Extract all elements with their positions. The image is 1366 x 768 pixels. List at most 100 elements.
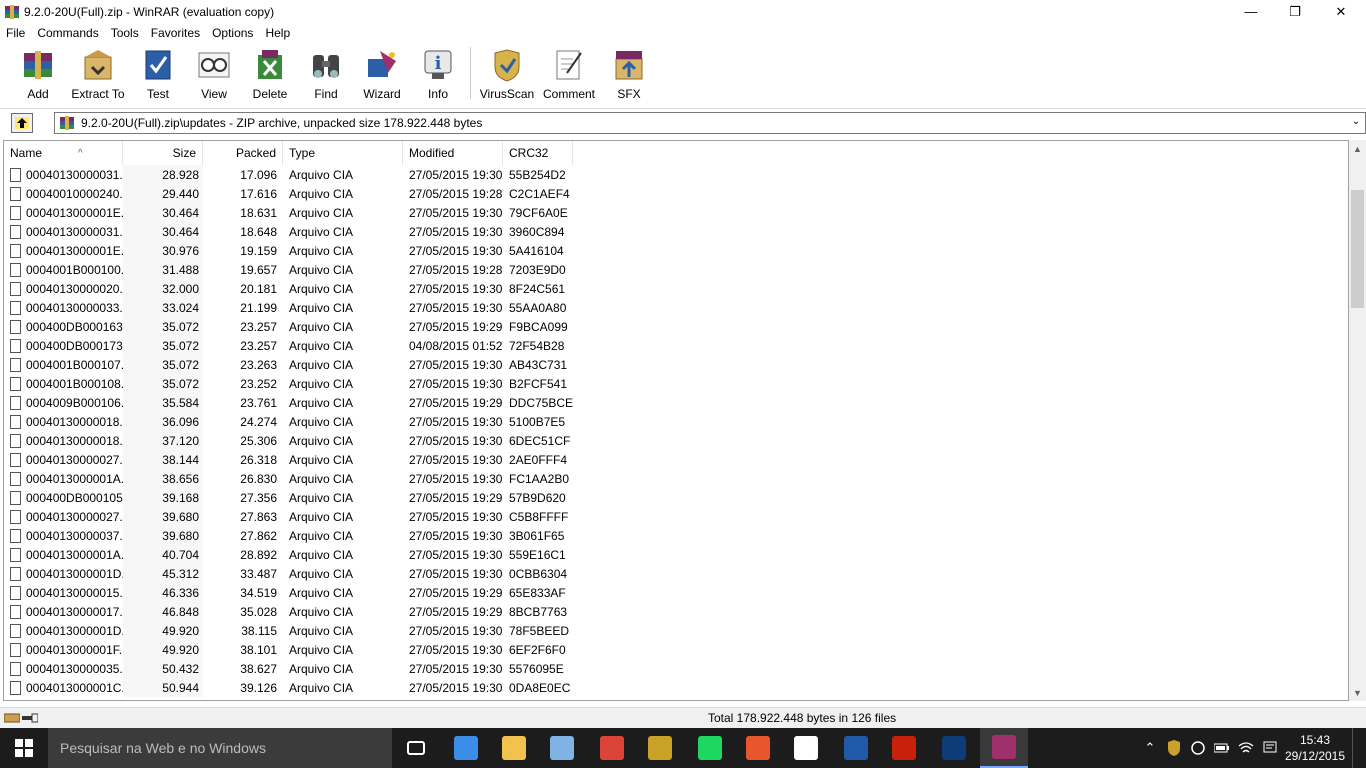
add-button[interactable]: Add	[10, 43, 66, 101]
test-button[interactable]: Test	[130, 43, 186, 101]
file-icon	[10, 452, 21, 467]
start-button[interactable]	[0, 728, 48, 768]
flash-icon[interactable]	[880, 728, 928, 768]
table-row[interactable]: 0004013000001A... 40.704 28.892 Arquivo CIA…	[4, 545, 1348, 564]
table-row[interactable]: 00040130000033... 33.024 21.199 Arquivo CIA…	[4, 298, 1348, 317]
view-button[interactable]: View	[186, 43, 242, 101]
menu-commands[interactable]: Commands	[31, 26, 104, 40]
table-row[interactable]: 0004001B000100... 31.488 19.657 Arquivo CIA…	[4, 260, 1348, 279]
column-packed[interactable]: Packed	[203, 141, 283, 165]
taskbar-clock[interactable]: 15:43 29/12/2015	[1282, 732, 1348, 764]
tray-app-icon[interactable]	[1188, 728, 1208, 768]
menu-favorites[interactable]: Favorites	[145, 26, 206, 40]
path-field[interactable]: 9.2.0-20U(Full).zip\updates - ZIP archiv…	[54, 112, 1366, 134]
table-row[interactable]: 0004013000001D... 49.920 38.115 Arquivo CIA…	[4, 621, 1348, 640]
table-row[interactable]: 00040130000018... 36.096 24.274 Arquivo CIA…	[4, 412, 1348, 431]
table-row[interactable]: 00040130000031... 30.464 18.648 Arquivo CIA…	[4, 222, 1348, 241]
table-row[interactable]: 0004001B000107... 35.072 23.263 Arquivo CIA…	[4, 355, 1348, 374]
table-row[interactable]: 000400DB000173... 35.072 23.257 Arquivo CIA…	[4, 336, 1348, 355]
file-icon	[10, 262, 21, 277]
table-row[interactable]: 0004001B000108... 35.072 23.252 Arquivo CIA…	[4, 374, 1348, 393]
table-row[interactable]: 0004013000001E... 30.464 18.631 Arquivo CIA…	[4, 203, 1348, 222]
up-folder-button[interactable]	[11, 112, 33, 133]
tray-chevron-icon[interactable]: ⌃	[1140, 728, 1160, 768]
close-button[interactable]: ✕	[1318, 0, 1364, 23]
show-desktop-button[interactable]	[1352, 728, 1366, 768]
table-row[interactable]: 000400DB000105... 39.168 27.356 Arquivo CIA…	[4, 488, 1348, 507]
file-name-cell: 0004013000001D...	[4, 564, 123, 583]
table-row[interactable]: 00040130000027... 39.680 27.863 Arquivo CIA…	[4, 507, 1348, 526]
menu-options[interactable]: Options	[206, 26, 259, 40]
file-name-cell: 00040130000020...	[4, 279, 123, 298]
file-explorer-icon[interactable]	[490, 728, 538, 768]
key-icon[interactable]	[22, 712, 38, 724]
extract-to-button[interactable]: Extract To	[66, 43, 130, 101]
scroll-down-button[interactable]: ▼	[1349, 684, 1366, 701]
table-row[interactable]: 00040130000027... 38.144 26.318 Arquivo CIA…	[4, 450, 1348, 469]
column-modified[interactable]: Modified	[403, 141, 503, 165]
path-dropdown-icon[interactable]: ⌄	[1349, 116, 1363, 130]
table-row[interactable]: 00040130000037... 39.680 27.862 Arquivo CIA…	[4, 526, 1348, 545]
table-row[interactable]: 0004013000001C... 50.944 39.126 Arquivo CIA…	[4, 678, 1348, 697]
file-size: 37.120	[123, 431, 203, 450]
table-row[interactable]: 000400DB000163... 35.072 23.257 Arquivo CIA…	[4, 317, 1348, 336]
delete-button[interactable]: Delete	[242, 43, 298, 101]
chrome-icon[interactable]	[588, 728, 636, 768]
file-name: 0004013000001D...	[26, 623, 123, 638]
table-row[interactable]: 00040130000020... 32.000 20.181 Arquivo CIA…	[4, 279, 1348, 298]
file-size: 28.928	[123, 165, 203, 184]
scroll-thumb[interactable]	[1351, 190, 1364, 308]
spotify-icon[interactable]	[686, 728, 734, 768]
table-row[interactable]: 0004013000001F... 49.920 38.101 Arquivo CIA…	[4, 640, 1348, 659]
task-view-icon[interactable]	[392, 728, 440, 768]
table-row[interactable]: 00040130000031... 28.928 17.096 Arquivo CIA…	[4, 165, 1348, 184]
video-editor-icon[interactable]	[930, 728, 978, 768]
edge-icon[interactable]	[442, 728, 490, 768]
table-row[interactable]: 00040130000017... 46.848 35.028 Arquivo CIA…	[4, 602, 1348, 621]
file-name-cell: 00040130000033...	[4, 298, 123, 317]
wifi-icon[interactable]	[1236, 728, 1256, 768]
column-type[interactable]: Type	[283, 141, 403, 165]
virusscan-button[interactable]: VirusScan	[477, 43, 537, 101]
tray-security-icon[interactable]	[1164, 728, 1184, 768]
photos-icon[interactable]	[538, 728, 586, 768]
menu-help[interactable]: Help	[259, 26, 296, 40]
sfx-button[interactable]: SFX	[601, 43, 657, 101]
file-type: Arquivo CIA	[289, 414, 354, 429]
table-row[interactable]: 00040130000015... 46.336 34.519 Arquivo CIA…	[4, 583, 1348, 602]
drive-icon[interactable]	[4, 712, 20, 724]
table-row[interactable]: 0004009B000106... 35.584 23.761 Arquivo CIA…	[4, 393, 1348, 412]
find-button[interactable]: Find	[298, 43, 354, 101]
picture-app-icon[interactable]	[734, 728, 782, 768]
maximize-button[interactable]: ❐	[1272, 0, 1318, 23]
file-name-cell: 0004001B000100...	[4, 260, 123, 279]
menu-tools[interactable]: Tools	[105, 26, 145, 40]
menu-file[interactable]: File	[0, 26, 31, 40]
table-row[interactable]: 0004013000001E... 30.976 19.159 Arquivo CIA…	[4, 241, 1348, 260]
table-row[interactable]: 0004013000001A... 38.656 26.830 Arquivo CIA…	[4, 469, 1348, 488]
vertical-scrollbar[interactable]: ▲ ▼	[1349, 140, 1366, 701]
file-crc32: DDC75BCE	[509, 395, 573, 410]
status-bar: Total 178.922.448 bytes in 126 files	[0, 707, 1366, 728]
column-crc32[interactable]: CRC32	[503, 141, 573, 165]
comment-button[interactable]: Comment	[537, 43, 601, 101]
winrar-icon[interactable]	[980, 728, 1028, 768]
file-modified: 27/05/2015 19:30	[409, 509, 503, 524]
table-row[interactable]: 00040130000018... 37.120 25.306 Arquivo CIA…	[4, 431, 1348, 450]
column-name[interactable]: Name ^	[4, 141, 123, 165]
column-size[interactable]: Size	[123, 141, 203, 165]
table-row[interactable]: 00040010000240... 29.440 17.616 Arquivo CIA…	[4, 184, 1348, 203]
info-button[interactable]: i Info	[410, 43, 466, 101]
table-row[interactable]: 0004013000001D... 45.312 33.487 Arquivo CIA…	[4, 564, 1348, 583]
scroll-up-button[interactable]: ▲	[1349, 140, 1366, 157]
taskbar-search[interactable]: Pesquisar na Web e no Windows	[48, 728, 392, 768]
battery-icon[interactable]	[1212, 728, 1232, 768]
security-icon[interactable]	[636, 728, 684, 768]
amazon-icon[interactable]	[782, 728, 830, 768]
minimize-button[interactable]: —	[1228, 0, 1274, 23]
photoshop-icon[interactable]	[832, 728, 880, 768]
file-type: Arquivo CIA	[289, 471, 354, 486]
table-row[interactable]: 00040130000035... 50.432 38.627 Arquivo CIA…	[4, 659, 1348, 678]
action-center-icon[interactable]	[1260, 728, 1280, 768]
wizard-button[interactable]: Wizard	[354, 43, 410, 101]
